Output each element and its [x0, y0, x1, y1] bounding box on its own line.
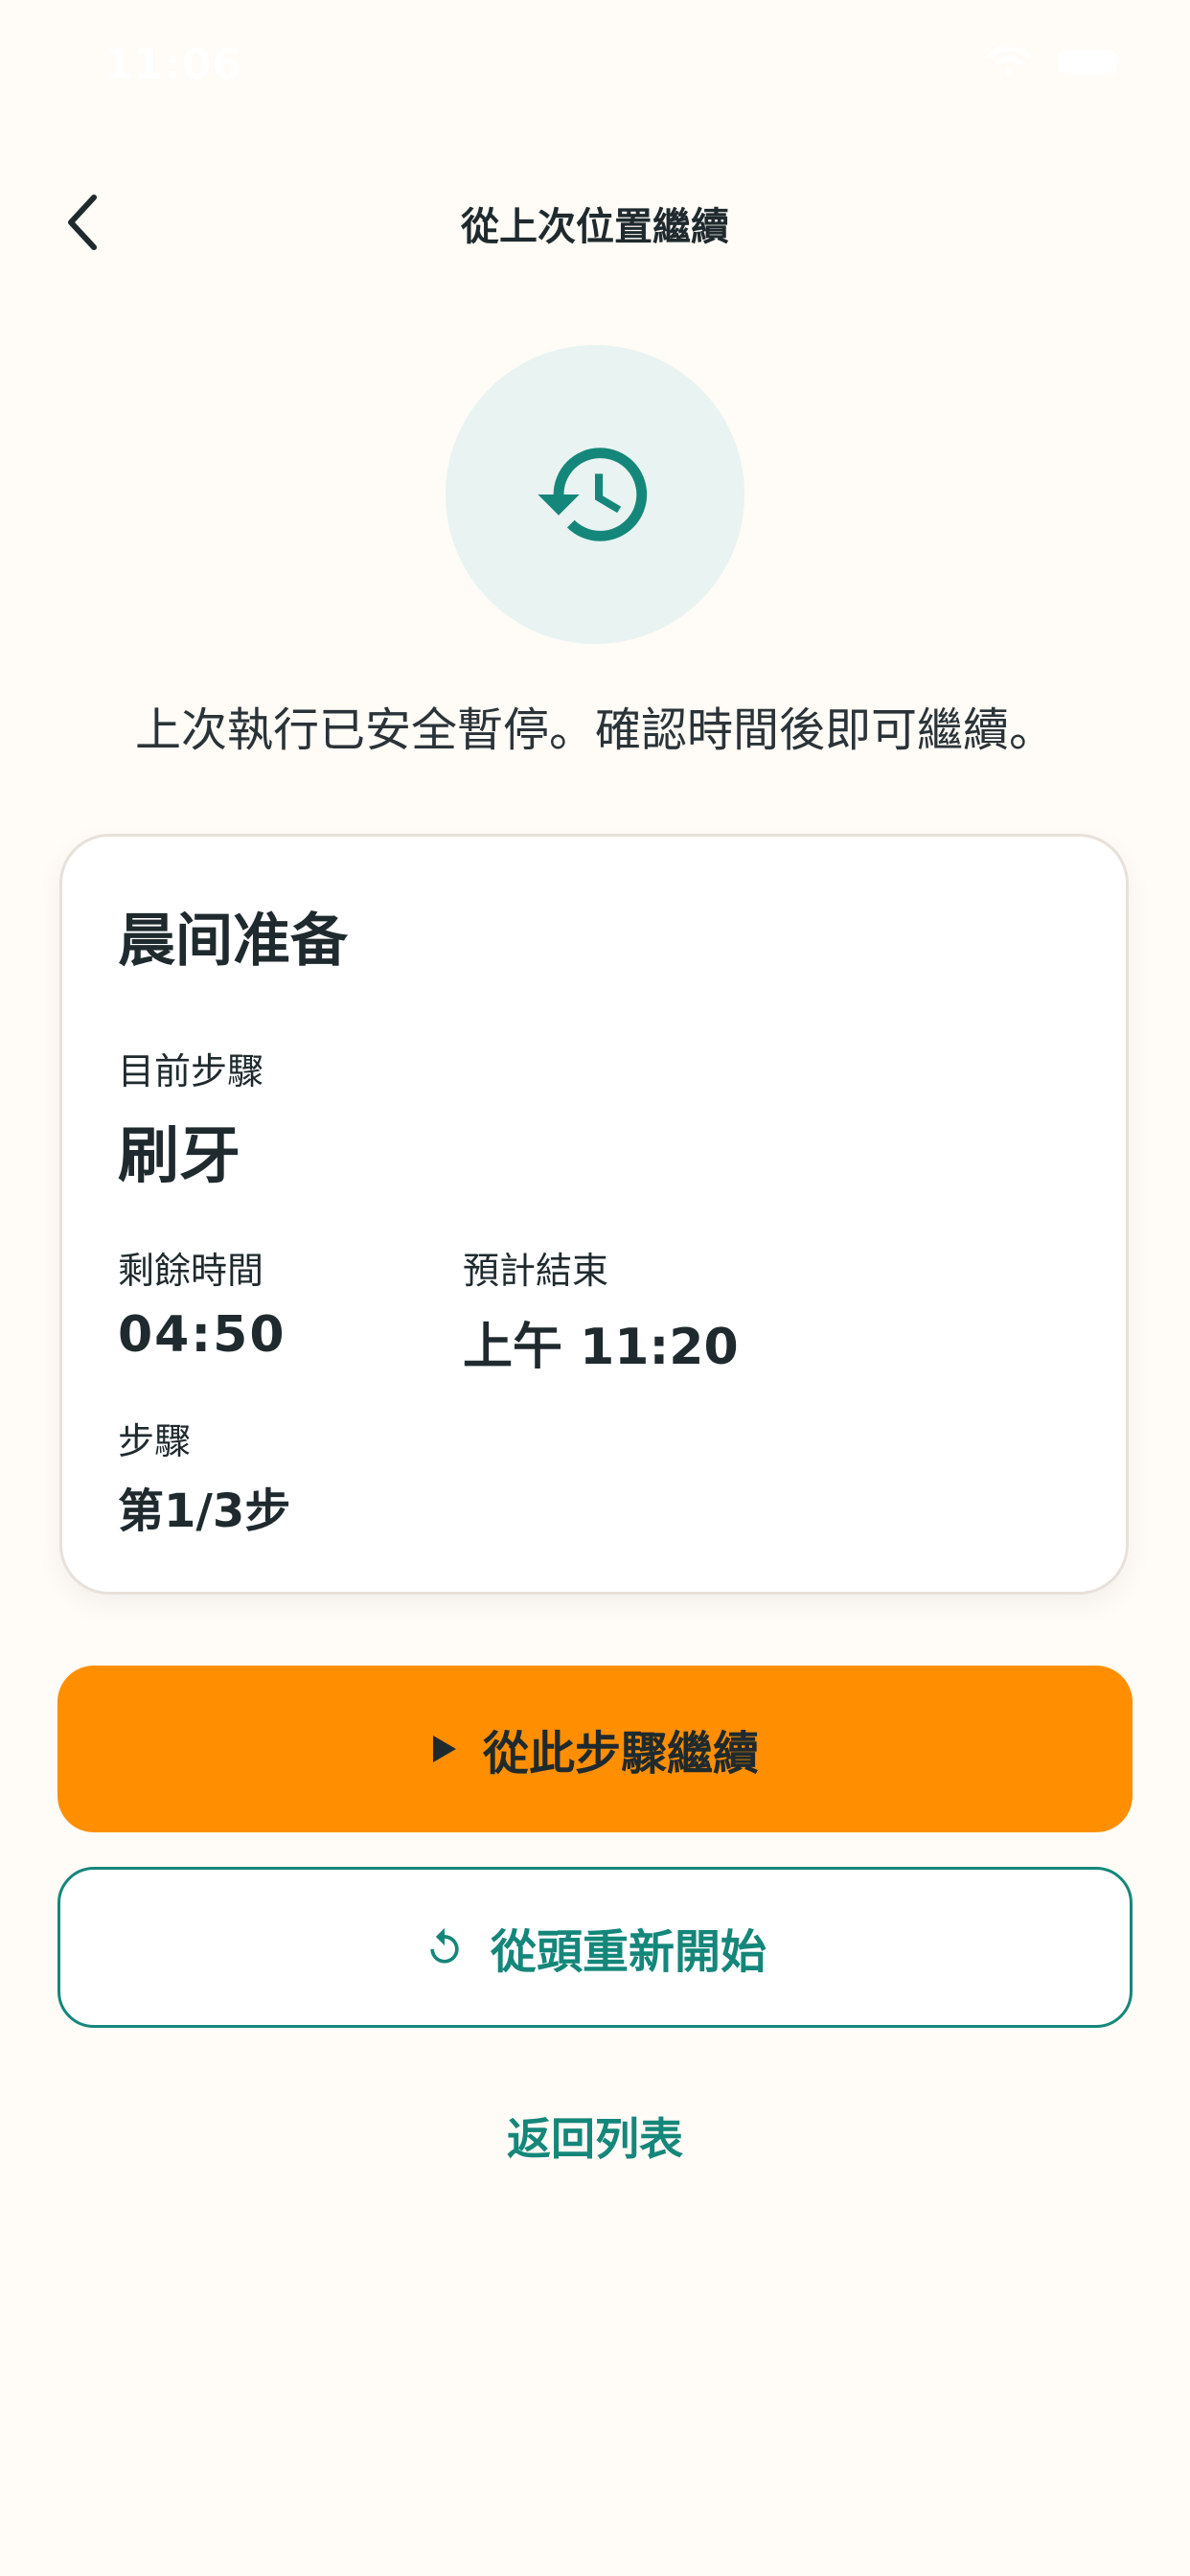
routine-title: 晨间准备: [118, 908, 348, 975]
estimated-end-label: 預計結束: [463, 1250, 609, 1292]
current-step-label: 目前步驟: [118, 1050, 264, 1092]
estimated-end-value: 上午 11:20: [463, 1319, 739, 1376]
status-message: 上次執行已安全暫停。確認時間後即可繼續。: [134, 703, 1055, 757]
page-title: 從上次位置繼續: [461, 205, 729, 249]
battery-icon: [1058, 50, 1117, 75]
steps-label: 步驟: [118, 1420, 192, 1462]
history-icon-badge: [446, 345, 744, 644]
resume-button-label: 從此步驟繼續: [482, 1727, 759, 1781]
steps-value: 第1/3步: [118, 1484, 291, 1538]
history-icon: [538, 448, 648, 541]
play-icon: [432, 1736, 456, 1762]
remaining-time-value: 04:50: [118, 1306, 286, 1364]
status-bar: 11:06: [0, 0, 1190, 125]
remaining-time-label: 剩餘時間: [118, 1250, 264, 1292]
restart-button[interactable]: 從頭重新開始: [57, 1867, 1133, 2028]
back-to-list-link[interactable]: 返回列表: [0, 2104, 1190, 2168]
resume-from-step-button[interactable]: 從此步驟繼續: [57, 1666, 1133, 1832]
current-step-value: 刷牙: [118, 1121, 240, 1192]
wifi-icon: [987, 45, 1031, 76]
restart-button-label: 從頭重新開始: [490, 1925, 767, 1979]
routine-card: 晨间准备 目前步驟 刷牙 剩餘時間 04:50 預計結束 上午 11:20 步驟…: [59, 834, 1129, 1595]
restart-icon: [430, 1927, 459, 1964]
status-time: 11:06: [103, 40, 243, 89]
